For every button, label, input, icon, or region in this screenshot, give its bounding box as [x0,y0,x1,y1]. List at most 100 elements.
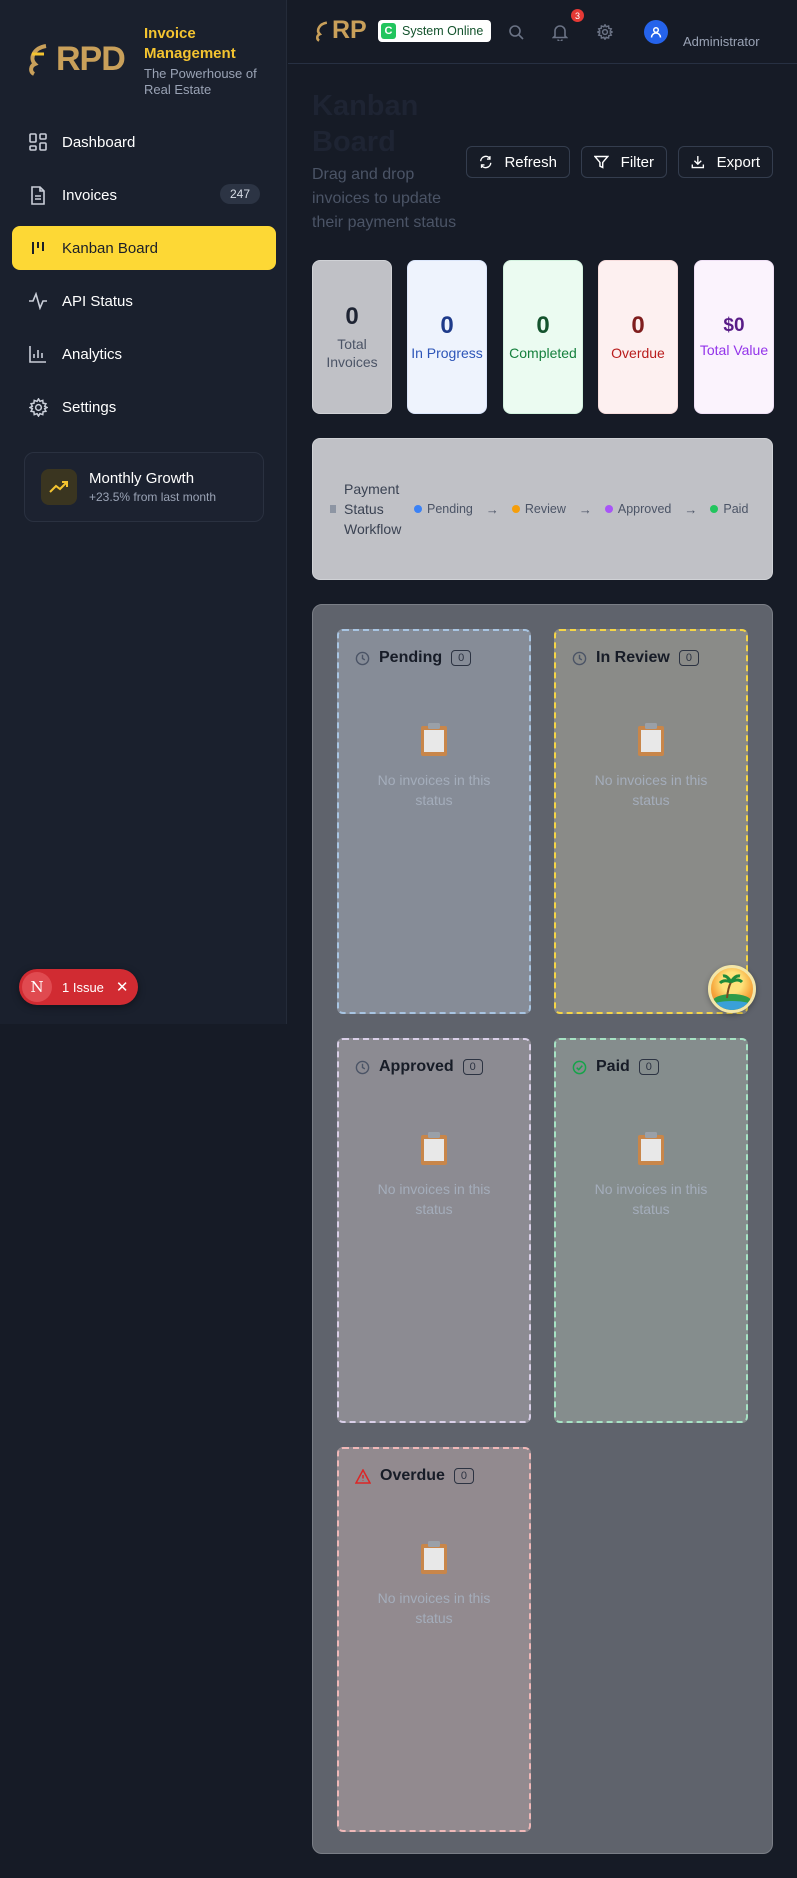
empty-state: No invoices in this status [339,1130,529,1219]
sidebar-item-label: Invoices [62,186,118,204]
export-button[interactable]: Export [678,146,773,178]
logo-swoosh-icon [29,44,47,76]
sidebar-item-kanban-board[interactable]: Kanban Board [12,226,276,270]
column-title: Overdue [380,1467,445,1484]
empty-state-text: No invoices in this status [377,772,491,808]
sidebar-item-label: Settings [62,398,117,416]
growth-title: Monthly Growth [89,470,195,487]
brand[interactable]: RPD Invoice Management The Powerhouse of… [26,24,274,98]
stat-value: 0 [536,312,550,339]
system-status-label: System Online [402,24,484,38]
stat-card-overdue: 0 Overdue [598,260,678,414]
empty-state: No invoices in this status [556,721,746,810]
status-dot [604,505,613,513]
sidebar-item-dashboard[interactable]: Dashboard [12,120,276,164]
empty-state-text: No invoices in this status [377,1181,491,1217]
issues-indicator[interactable]: N 1 Issue ✕ [19,969,138,1005]
kanban-column-approved[interactable]: Approved 0 No invoices in this status [337,1038,531,1423]
clipboard-icon [636,1130,666,1171]
sidebar-item-analytics[interactable]: Analytics [12,332,276,376]
kanban-column-paid[interactable]: Paid 0 No invoices in this status [554,1038,748,1423]
sidebar-item-label: API Status [62,292,133,310]
user-name[interactable]: Administrator [683,34,760,49]
column-count-badge: 0 [638,1059,659,1075]
workflow-step-label: Pending [427,502,473,516]
stat-card-completed: 0 Completed [503,260,583,414]
gear-icon [28,397,48,417]
sidebar-item-label: Kanban Board [62,239,158,257]
search-icon[interactable] [506,22,526,42]
brand-subtitle: The Powerhouse of Real Estate [144,66,257,97]
column-count-badge: 0 [451,650,472,666]
stat-label: In Progress [411,345,483,361]
user-icon [650,26,662,38]
bell-icon[interactable] [550,22,570,42]
status-dot [710,505,719,513]
filter-button[interactable]: Filter [581,146,667,178]
clock-icon [355,651,370,666]
workflow-step-paid: Paid [710,502,748,516]
clipboard-icon [419,1539,449,1580]
nextjs-icon: N [22,972,52,1002]
grip-icon [330,505,336,513]
header-logo-text: RP [332,16,367,44]
user-avatar[interactable] [644,20,668,44]
workflow-step-review: Review [511,502,566,516]
logo-text: RPD [56,39,126,78]
logo-swoosh-icon [316,20,328,42]
workflow-step-approved: Approved [604,502,672,516]
workflow-step-label: Approved [617,502,672,516]
column-count-badge: 0 [462,1059,483,1075]
clipboard-icon [419,721,449,762]
check-circle-icon [572,1060,587,1075]
logo: RPD [26,24,134,94]
status-badge-icon: C [381,23,396,39]
kanban-icon [28,238,48,258]
notification-count-badge: 3 [571,9,584,22]
column-title: Approved [379,1058,454,1075]
stat-label: Overdue [611,345,665,361]
kanban-column-in-review[interactable]: In Review 0 No invoices in this status [554,629,748,1014]
page-subtitle: Drag and drop invoices to update their p… [312,166,457,231]
invoice-count-badge: 247 [219,184,260,204]
stat-card-in-progress: 0 In Progress [407,260,487,414]
activity-icon [28,291,48,311]
clock-icon [572,651,587,666]
empty-state-text: No invoices in this status [594,772,708,808]
monthly-growth-card: Monthly Growth +23.5% from last month [24,452,264,522]
trending-up-icon [41,469,77,505]
clock-icon [355,1060,370,1075]
column-count-badge: 0 [678,650,699,666]
sidebar-item-invoices[interactable]: Invoices 247 [12,173,276,217]
arrow-right-icon: → [684,501,698,517]
brand-title: Invoice Management [144,25,236,62]
sidebar-item-api-status[interactable]: API Status [12,279,276,323]
close-icon[interactable]: ✕ [116,978,129,996]
chart-icon [28,344,48,364]
refresh-button[interactable]: Refresh [466,146,570,178]
workflow-step-pending: Pending [414,502,473,516]
stat-label: Total Value [699,342,769,358]
empty-state: No invoices in this status [556,1130,746,1219]
island-icon [711,974,753,1010]
stat-value: 0 [631,312,645,339]
gear-icon[interactable] [595,22,615,42]
refresh-label: Refresh [504,153,557,171]
column-title: Pending [379,649,443,666]
filter-icon [594,155,609,169]
header-logo[interactable]: RP [314,16,367,45]
workflow-title: Payment Status Workflow [344,481,402,537]
download-icon [691,156,705,169]
arrow-right-icon: → [485,501,499,517]
kanban-column-pending[interactable]: Pending 0 No invoices in this status [337,629,531,1014]
payment-workflow-panel: Payment Status Workflow Pending → Review… [312,438,773,580]
arrow-right-icon: → [578,501,592,517]
floating-assistant-button[interactable] [708,965,756,1013]
stat-card-total-value: $0 Total Value [694,260,774,414]
sidebar-item-settings[interactable]: Settings [12,385,276,429]
kanban-column-overdue[interactable]: Overdue 0 No invoices in this status [337,1447,531,1832]
system-status-badge: C System Online [378,20,492,42]
sidebar: RPD Invoice Management The Powerhouse of… [0,0,287,1024]
column-title: Paid [596,1058,630,1075]
page-title: Kanban Board [312,90,419,158]
